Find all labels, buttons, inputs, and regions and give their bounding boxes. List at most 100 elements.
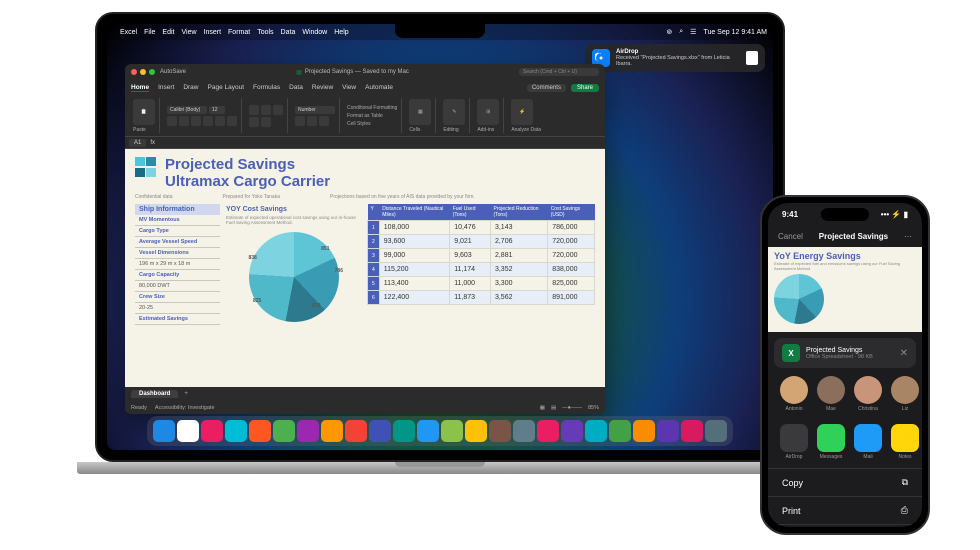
bold-button[interactable] bbox=[167, 116, 177, 126]
number-format-select[interactable]: Number bbox=[295, 106, 335, 114]
table-cell[interactable]: 1 bbox=[368, 221, 380, 235]
dock-app-icon[interactable] bbox=[657, 420, 679, 442]
table-cell[interactable]: 3,352 bbox=[490, 263, 547, 277]
table-cell[interactable]: 891,000 bbox=[548, 291, 595, 305]
align-right-button[interactable] bbox=[273, 105, 283, 115]
close-button[interactable] bbox=[131, 69, 137, 75]
zoom-slider[interactable]: —●—— bbox=[562, 405, 582, 411]
tell-me-search[interactable]: Search (Cmd + Ctrl + U) bbox=[519, 68, 599, 76]
autosave-toggle[interactable]: AutoSave bbox=[160, 69, 186, 75]
editing-button[interactable]: ✎ bbox=[443, 99, 465, 125]
menubar-datetime[interactable]: Tue Sep 12 9:41 AM bbox=[703, 29, 767, 36]
contact-mae[interactable]: Mae bbox=[817, 376, 845, 412]
contact-christina[interactable]: Christina bbox=[854, 376, 882, 412]
dock-app-icon[interactable] bbox=[489, 420, 511, 442]
tab-home[interactable]: Home bbox=[131, 84, 149, 92]
currency-button[interactable] bbox=[295, 116, 305, 126]
dock-app-icon[interactable] bbox=[561, 420, 583, 442]
zoom-level[interactable]: 85% bbox=[588, 405, 599, 411]
menu-window[interactable]: Window bbox=[302, 29, 327, 36]
dock-app-icon[interactable] bbox=[705, 420, 727, 442]
table-cell[interactable]: 5 bbox=[368, 277, 380, 291]
comma-button[interactable] bbox=[319, 116, 329, 126]
menu-file[interactable]: File bbox=[144, 29, 155, 36]
table-cell[interactable]: 113,400 bbox=[379, 277, 449, 291]
italic-button[interactable] bbox=[179, 116, 189, 126]
dock-app-icon[interactable] bbox=[321, 420, 343, 442]
dock-app-icon[interactable] bbox=[393, 420, 415, 442]
dock-app-icon[interactable] bbox=[465, 420, 487, 442]
menu-data[interactable]: Data bbox=[281, 29, 296, 36]
contact-liz[interactable]: Liz bbox=[891, 376, 919, 412]
addins-button[interactable]: ⊞ bbox=[477, 99, 499, 125]
dock-app-icon[interactable] bbox=[249, 420, 271, 442]
wrap-text-button[interactable] bbox=[249, 117, 259, 127]
dock-app-icon[interactable] bbox=[273, 420, 295, 442]
maximize-button[interactable] bbox=[149, 69, 155, 75]
paste-button[interactable]: 📋 bbox=[133, 99, 155, 125]
table-cell[interactable]: 3,300 bbox=[490, 277, 547, 291]
table-cell[interactable]: 11,873 bbox=[450, 291, 491, 305]
menu-tools[interactable]: Tools bbox=[257, 29, 273, 36]
dock-app-icon[interactable] bbox=[441, 420, 463, 442]
cancel-button[interactable]: Cancel bbox=[778, 232, 803, 241]
dock-app-icon[interactable] bbox=[585, 420, 607, 442]
font-size-select[interactable]: 12 bbox=[209, 106, 225, 114]
print-action[interactable]: Print⎙ bbox=[768, 497, 922, 525]
format-as-table-button[interactable]: Format as Table bbox=[347, 113, 397, 119]
border-button[interactable] bbox=[203, 116, 213, 126]
close-icon[interactable]: ✕ bbox=[900, 348, 908, 359]
table-cell[interactable]: 720,000 bbox=[548, 235, 595, 249]
fill-color-button[interactable] bbox=[215, 116, 225, 126]
spreadsheet-canvas[interactable]: Projected Savings Ultramax Cargo Carrier… bbox=[125, 149, 605, 387]
share-app-notes[interactable]: Notes bbox=[891, 424, 919, 460]
table-cell[interactable]: 93,600 bbox=[379, 235, 449, 249]
cells-button[interactable]: ▦ bbox=[409, 99, 431, 125]
tab-data[interactable]: Data bbox=[289, 84, 303, 92]
dock-app-icon[interactable] bbox=[177, 420, 199, 442]
tab-formulas[interactable]: Formulas bbox=[253, 84, 280, 92]
table-cell[interactable]: 9,603 bbox=[450, 249, 491, 263]
tab-insert[interactable]: Insert bbox=[158, 84, 174, 92]
table-cell[interactable]: 2,881 bbox=[490, 249, 547, 263]
underline-button[interactable] bbox=[191, 116, 201, 126]
status-accessibility[interactable]: Accessibility: Investigate bbox=[155, 405, 215, 411]
dock-app-icon[interactable] bbox=[681, 420, 703, 442]
control-center-icon[interactable]: ☰ bbox=[690, 28, 696, 36]
dock-app-icon[interactable] bbox=[201, 420, 223, 442]
table-cell[interactable]: 786,000 bbox=[548, 221, 595, 235]
search-icon[interactable]: ⌕ bbox=[679, 28, 683, 36]
share-button[interactable]: Share bbox=[571, 84, 599, 92]
tab-automate[interactable]: Automate bbox=[365, 84, 393, 92]
conditional-formatting-button[interactable]: Conditional Formatting bbox=[347, 105, 397, 111]
table-cell[interactable]: 4 bbox=[368, 263, 380, 277]
font-color-button[interactable] bbox=[227, 116, 237, 126]
view-normal-icon[interactable]: ▦ bbox=[540, 405, 545, 411]
merge-button[interactable] bbox=[261, 117, 271, 127]
cell-styles-button[interactable]: Cell Styles bbox=[347, 121, 397, 127]
add-sheet-button[interactable]: + bbox=[184, 391, 188, 397]
cell-reference[interactable]: A1 bbox=[129, 139, 146, 147]
table-cell[interactable]: 3,562 bbox=[490, 291, 547, 305]
percent-button[interactable] bbox=[307, 116, 317, 126]
table-cell[interactable]: 825,000 bbox=[548, 277, 595, 291]
table-cell[interactable]: 99,000 bbox=[379, 249, 449, 263]
tab-view[interactable]: View bbox=[342, 84, 356, 92]
sheet-tab-dashboard[interactable]: Dashboard bbox=[131, 390, 178, 398]
table-cell[interactable]: 11,174 bbox=[450, 263, 491, 277]
menubar-app-name[interactable]: Excel bbox=[120, 29, 137, 36]
fx-icon[interactable]: fx bbox=[150, 140, 155, 146]
align-center-button[interactable] bbox=[261, 105, 271, 115]
share-app-messages[interactable]: Messages bbox=[817, 424, 845, 460]
align-left-button[interactable] bbox=[249, 105, 259, 115]
table-cell[interactable]: 122,400 bbox=[379, 291, 449, 305]
table-cell[interactable]: 838,000 bbox=[548, 263, 595, 277]
font-select[interactable]: Calibri (Body) bbox=[167, 106, 207, 114]
analyze-data-button[interactable]: ⚡ bbox=[511, 99, 533, 125]
dock-app-icon[interactable] bbox=[153, 420, 175, 442]
table-cell[interactable]: 720,000 bbox=[548, 249, 595, 263]
table-cell[interactable]: 10,476 bbox=[450, 221, 491, 235]
dock-app-icon[interactable] bbox=[345, 420, 367, 442]
dock-app-icon[interactable] bbox=[417, 420, 439, 442]
menu-insert[interactable]: Insert bbox=[204, 29, 222, 36]
